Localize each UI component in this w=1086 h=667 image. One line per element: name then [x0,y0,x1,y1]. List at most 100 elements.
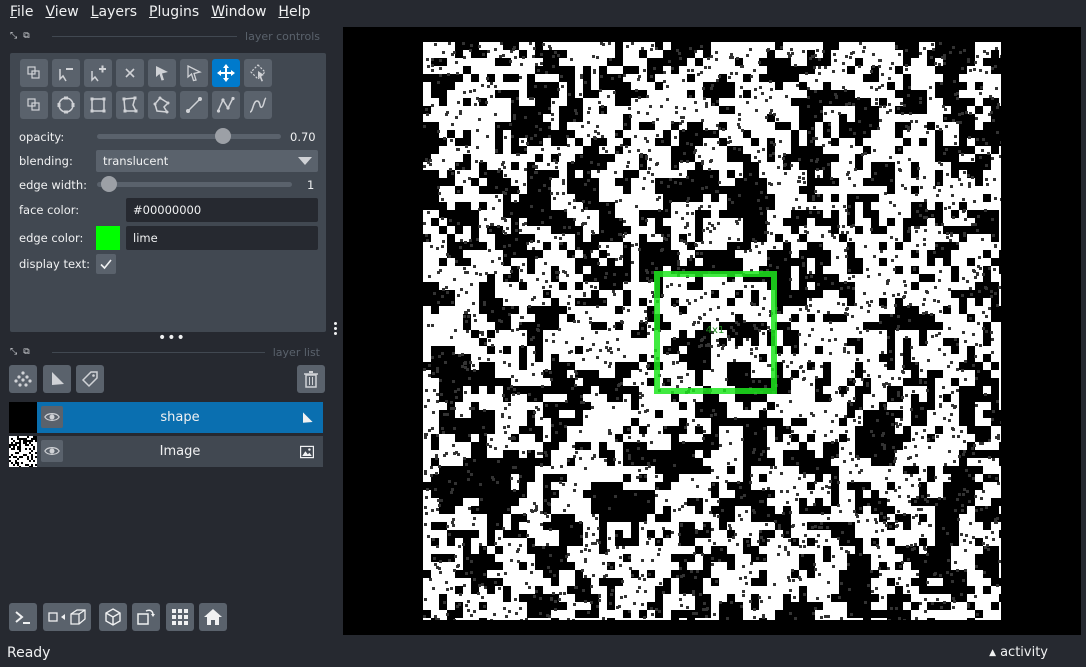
dock-float-icon[interactable]: ⧉ [23,347,29,357]
grid-icon [172,609,188,625]
title-divider [52,351,265,353]
viewer-canvas[interactable]: 4x1 [343,27,1081,635]
dock-close-icon[interactable]: ⤡ [10,347,17,357]
chevron-down-icon [298,157,312,165]
menu-file[interactable]: File [4,4,39,20]
transform-button[interactable] [244,59,272,87]
move-back-icon [27,98,40,111]
select-vertex-button[interactable] [148,59,176,87]
delete-layer-button[interactable] [297,365,325,393]
menu-plugins[interactable]: Plugins [143,4,205,20]
shape-select-icon [27,66,40,79]
menu-help[interactable]: Help [272,4,316,20]
image-layer-icon [300,445,314,459]
blending-value: translucent [103,154,169,168]
layer-row-body[interactable]: shape [37,402,323,433]
transpose-button[interactable] [132,603,160,631]
ndisplay-toggle-button[interactable] [43,603,91,631]
dock-close-icon[interactable]: ⤡ [10,31,17,41]
rectangle-button[interactable] [84,91,112,119]
menu-layers[interactable]: Layers [85,4,143,20]
new-labels-layer-button[interactable] [76,365,104,393]
menu-window[interactable]: Window [205,4,272,20]
shape-select-button[interactable] [20,59,48,87]
transpose-icon [137,609,155,625]
layer-controls-title: layer controls [245,29,320,43]
edge-color-label: edge color: [19,231,84,245]
polyline-button[interactable] [244,91,272,119]
blending-select[interactable]: translucent [96,150,318,172]
console-icon [15,611,30,624]
display-text-checkbox[interactable] [96,254,116,274]
napari-window: File View Layers Plugins Window Help ⤡ ⧉… [0,0,1086,667]
line-button[interactable] [180,91,208,119]
ellipse-button[interactable] [52,91,80,119]
new-points-layer-button[interactable] [9,365,37,393]
rectangle-icon [90,97,106,113]
trash-icon [304,371,318,388]
edge-width-label: edge width: [19,178,87,192]
move-back-button[interactable] [20,91,48,119]
layer-thumbnail [9,436,37,467]
pan-zoom-button[interactable] [212,59,240,87]
chevron-up-icon: ▲ [989,647,997,658]
delete-shape-button[interactable] [116,59,144,87]
edge-width-slider-handle[interactable] [101,176,117,192]
layer-row-shape[interactable]: shape [9,402,323,433]
new-shapes-layer-button[interactable] [43,365,71,393]
home-icon [204,609,222,625]
transform-icon [250,64,266,82]
face-color-field[interactable]: #00000000 [126,198,318,222]
home-button[interactable] [199,603,227,631]
grid-view-button[interactable] [166,603,194,631]
polygon-button[interactable] [116,91,144,119]
activity-toggle[interactable]: ▲ activity [989,645,1048,660]
dock-splitter-handle[interactable]: ••• [158,331,186,345]
title-divider [52,35,238,37]
polygon-icon [122,96,138,113]
delete-vertex-icon [59,68,73,82]
direct-select-button[interactable] [180,59,208,87]
eye-icon [44,447,60,455]
shapes-icon [52,372,64,385]
edge-width-value: 1 [307,178,315,192]
visibility-toggle[interactable] [41,440,63,462]
face-color-label: face color: [19,203,80,217]
edge-width-slider-track[interactable] [97,182,292,187]
polygon-lasso-icon [153,96,170,114]
edge-color-swatch[interactable] [96,226,120,250]
path-button[interactable] [212,91,240,119]
visibility-toggle[interactable] [41,406,63,428]
layer-controls-dock-title: ⤡ ⧉ layer controls [10,28,320,44]
label-tag-icon [81,371,98,388]
layer-thumbnail [9,402,37,433]
opacity-slider-handle[interactable] [215,128,231,144]
layer-row-body[interactable]: Image [37,436,323,467]
select-vertex-icon [156,66,168,81]
menu-bar: File View Layers Plugins Window Help [0,0,1086,24]
opacity-slider-track[interactable] [97,134,281,139]
layer-name[interactable]: Image [67,444,293,459]
pan-zoom-icon [217,64,235,82]
layer-row-image[interactable]: Image [9,436,323,467]
side-splitter-handle[interactable] [332,322,338,335]
checkmark-icon [100,259,112,270]
edge-color-field[interactable]: lime [126,226,318,250]
roll-dims-button[interactable] [99,603,127,631]
delete-vertex-button[interactable] [52,59,80,87]
path-icon [216,96,235,113]
display-text-label: display text: [19,257,91,271]
ndisplay-2d-3d-icon [48,609,86,625]
add-vertex-button[interactable] [84,59,112,87]
dock-float-icon[interactable]: ⧉ [23,31,29,41]
ellipse-icon [57,96,75,114]
menu-view[interactable]: View [39,4,84,20]
layer-list-title: layer list [272,345,320,359]
console-button[interactable] [9,603,37,631]
line-icon [186,97,202,113]
shape-text: 4x1 [706,325,725,336]
direct-select-icon [187,64,202,82]
layer-name[interactable]: shape [67,410,293,425]
polygon-lasso-button[interactable] [148,91,176,119]
activity-label: activity [1000,645,1048,660]
